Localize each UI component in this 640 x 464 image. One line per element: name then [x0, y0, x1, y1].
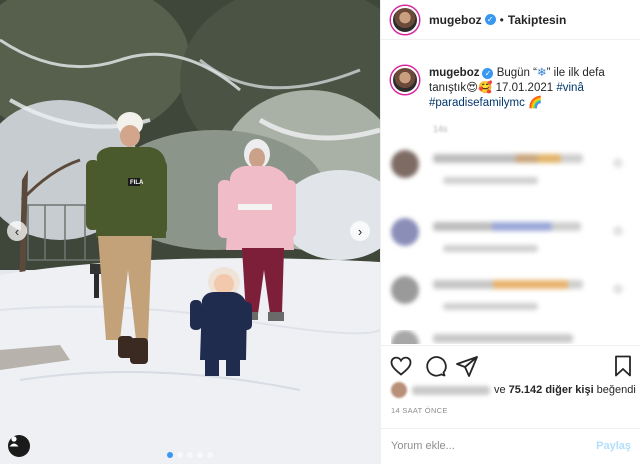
- separator-dot: •: [499, 12, 504, 27]
- comment-meta-blurred: [443, 303, 538, 310]
- comment-like-icon[interactable]: [613, 284, 623, 294]
- hashtag-paradisefamily[interactable]: #paradisefamilymc: [429, 97, 525, 109]
- carousel-dots: [0, 452, 380, 458]
- likes-connector: ve: [494, 384, 506, 396]
- avatar[interactable]: [391, 5, 419, 34]
- user-icon: [9, 436, 19, 447]
- comment-icon[interactable]: [423, 354, 447, 378]
- verified-badge-icon: ✓: [484, 14, 496, 25]
- verified-badge-icon: ✓: [482, 68, 494, 79]
- comment-meta-blurred: [443, 177, 538, 184]
- share-icon[interactable]: [455, 354, 479, 378]
- snow-garden-scene: [0, 0, 380, 464]
- comment-like-icon[interactable]: [613, 226, 623, 236]
- following-button[interactable]: Takiptesin: [508, 13, 566, 27]
- comment-avatar: [391, 150, 419, 178]
- liker-avatar: [391, 382, 407, 398]
- post-photo[interactable]: FILA ‹ ›: [0, 0, 380, 464]
- add-comment-bar: Yorum ekle... Paylaş: [381, 428, 640, 464]
- likes-summary: ve 75.142 diğer kişi beğendi: [391, 382, 636, 398]
- comment-input[interactable]: Yorum ekle...: [391, 440, 455, 452]
- carousel-dot: [167, 452, 173, 458]
- face-emojis: 😍🥰: [466, 82, 493, 94]
- comment-blurred-text: [433, 154, 583, 163]
- post-comment-button[interactable]: Paylaş: [596, 440, 631, 452]
- comment-item: [391, 150, 631, 190]
- jacket-text: FILA: [130, 180, 144, 186]
- bookmark-icon[interactable]: [611, 354, 635, 378]
- heart-icon[interactable]: [389, 354, 413, 378]
- chevron-left-icon: ‹: [14, 223, 20, 239]
- rainbow-emoji: 🌈: [524, 97, 543, 109]
- snowflake-emoji: ❄: [536, 67, 547, 79]
- comment-item: [391, 330, 631, 344]
- likes-count[interactable]: 75.142 diğer kişi: [509, 384, 594, 396]
- comment-avatar: [391, 330, 419, 344]
- caption-date: 17.01.2021: [492, 82, 557, 94]
- post-side-panel: mugeboz ✓ • Takiptesin mugeboz ✓ Bugün “❄…: [380, 0, 640, 464]
- comment-blurred-text: [433, 280, 583, 289]
- comment-item: [391, 276, 631, 316]
- likes-suffix: beğendi: [596, 384, 636, 396]
- previous-slide-button[interactable]: ‹: [7, 221, 27, 241]
- post-actions: [381, 345, 640, 385]
- carousel-dot: [197, 452, 203, 458]
- caption-part-a: Bugün “: [496, 67, 537, 79]
- tagged-users-button[interactable]: [8, 435, 30, 457]
- avatar[interactable]: [391, 66, 419, 94]
- next-slide-button[interactable]: ›: [350, 221, 370, 241]
- hashtag-vina[interactable]: #vinâ: [556, 82, 584, 94]
- caption-time: 14s: [433, 124, 448, 134]
- liker-name-blurred: [412, 385, 490, 395]
- carousel-dot: [187, 452, 193, 458]
- caption-text: mugeboz ✓ Bugün “❄” ile ilk defa tanıştık…: [429, 66, 636, 111]
- header-username[interactable]: mugeboz: [429, 13, 482, 27]
- carousel-dot: [207, 452, 213, 458]
- post-timestamp[interactable]: 14 SAAT ÖNCE: [391, 406, 448, 415]
- comment-item: [391, 218, 631, 258]
- comment-meta-blurred: [443, 245, 538, 252]
- chevron-right-icon: ›: [357, 223, 363, 239]
- caption-username[interactable]: mugeboz: [429, 67, 479, 79]
- comment-avatar: [391, 276, 419, 304]
- carousel-dot: [177, 452, 183, 458]
- comment-blurred-text: [433, 334, 573, 343]
- comment-like-icon[interactable]: [613, 158, 623, 168]
- comment-blurred-text: [433, 222, 581, 231]
- post-header: mugeboz ✓ • Takiptesin: [381, 0, 640, 40]
- comment-avatar: [391, 218, 419, 246]
- caption: mugeboz ✓ Bugün “❄” ile ilk defa tanıştık…: [391, 66, 636, 111]
